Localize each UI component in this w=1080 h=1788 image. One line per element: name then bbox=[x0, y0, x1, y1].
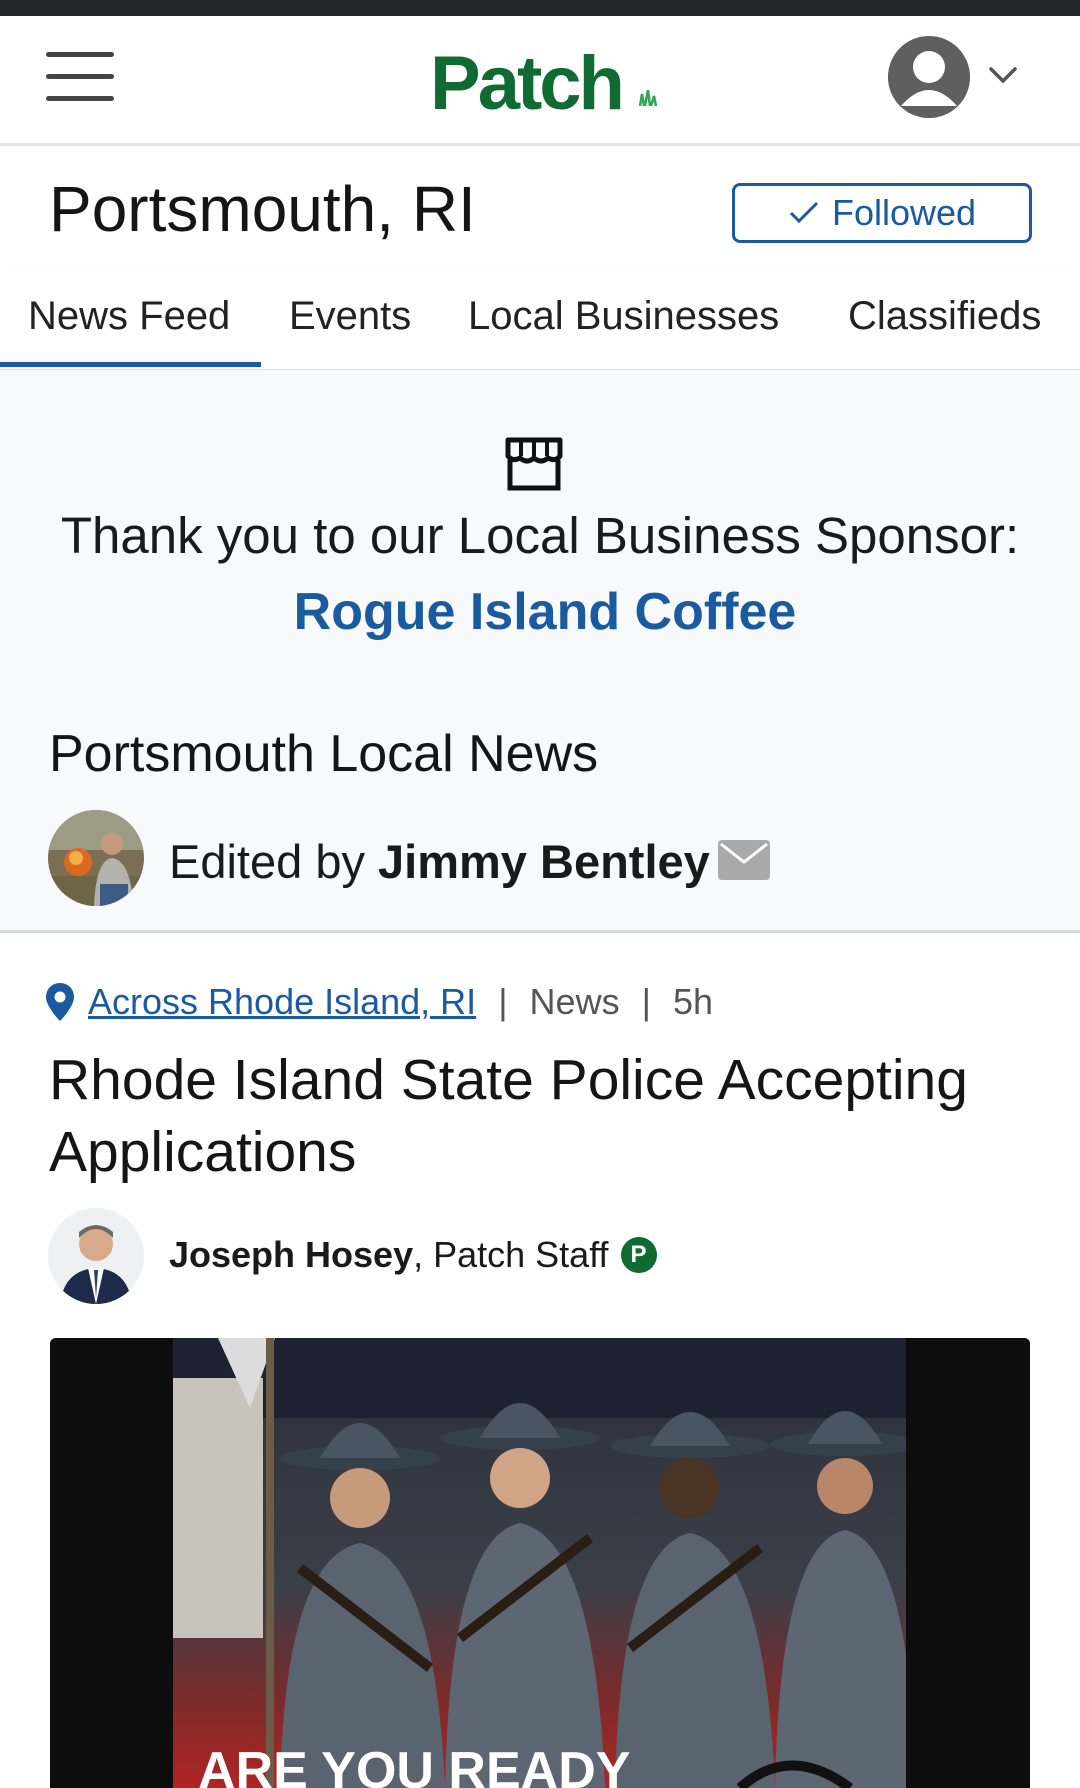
article-image[interactable]: ARE YOU READY bbox=[50, 1338, 1030, 1788]
editor-name[interactable]: Jimmy Bentley bbox=[378, 835, 710, 888]
state-police-photo: ARE YOU READY bbox=[50, 1338, 1030, 1788]
section-tabs: News Feed Events Local Businesses Classi… bbox=[0, 266, 1080, 370]
location-pin-icon bbox=[46, 983, 74, 1021]
author-avatar[interactable] bbox=[48, 1208, 144, 1304]
checkmark-icon bbox=[789, 201, 819, 224]
image-caption-text: ARE YOU READY bbox=[198, 1742, 630, 1788]
local-news-title: Portsmouth Local News bbox=[49, 725, 599, 783]
tab-local-businesses[interactable]: Local Businesses bbox=[468, 294, 779, 339]
patch-staff-badge: P bbox=[620, 1237, 657, 1273]
followed-button[interactable]: Followed bbox=[732, 183, 1032, 243]
article-headline[interactable]: Rhode Island State Police Accepting Appl… bbox=[49, 1044, 1049, 1188]
meta-separator: | bbox=[641, 981, 651, 1022]
patch-logo[interactable]: Patch bbox=[430, 40, 660, 126]
edited-by-text: Edited by Jimmy Bentley bbox=[169, 834, 710, 889]
sponsor-section: Thank you to our Local Business Sponsor:… bbox=[0, 370, 1080, 930]
sponsor-business-link[interactable]: Rogue Island Coffee bbox=[0, 582, 1080, 642]
section-divider bbox=[0, 930, 1080, 933]
author-row: Joseph Hosey, Patch Staff P bbox=[48, 1208, 1048, 1308]
sponsor-thank-you-text: Thank you to our Local Business Sponsor: bbox=[60, 507, 1020, 564]
mail-icon[interactable] bbox=[718, 840, 770, 880]
logo-text: Patch bbox=[430, 41, 625, 126]
tab-classifieds[interactable]: Classifieds bbox=[848, 294, 1041, 339]
account-menu[interactable] bbox=[888, 36, 1028, 122]
top-navigation-bar: Patch bbox=[0, 16, 1080, 146]
grass-icon bbox=[638, 90, 658, 106]
user-avatar-icon[interactable] bbox=[888, 36, 970, 118]
editor-avatar[interactable] bbox=[48, 810, 144, 906]
author-name[interactable]: Joseph Hosey bbox=[169, 1234, 413, 1276]
active-tab-indicator bbox=[0, 362, 261, 367]
hamburger-icon[interactable] bbox=[46, 48, 114, 104]
page-title: Portsmouth, RI bbox=[49, 173, 476, 245]
article-location-link[interactable]: Across Rhode Island, RI bbox=[88, 981, 476, 1023]
followed-button-label: Followed bbox=[831, 192, 977, 233]
byline-comma: , bbox=[413, 1234, 434, 1275]
editor-row: Edited by Jimmy Bentley bbox=[48, 810, 1048, 910]
tab-events[interactable]: Events bbox=[289, 294, 411, 339]
author-role: Patch Staff bbox=[433, 1234, 609, 1275]
author-byline: Joseph Hosey, Patch Staff P bbox=[169, 1234, 657, 1276]
storefront-icon bbox=[505, 437, 563, 491]
edited-by-prefix: Edited by bbox=[169, 835, 365, 888]
article-category[interactable]: News bbox=[530, 981, 620, 1023]
status-bar bbox=[0, 0, 1080, 16]
article-meta: Across Rhode Island, RI | News | 5h bbox=[46, 980, 713, 1024]
chevron-down-icon[interactable] bbox=[988, 64, 1018, 86]
article-age: 5h bbox=[672, 981, 713, 1022]
tab-news-feed[interactable]: News Feed bbox=[28, 294, 230, 339]
meta-separator: | bbox=[498, 981, 508, 1022]
